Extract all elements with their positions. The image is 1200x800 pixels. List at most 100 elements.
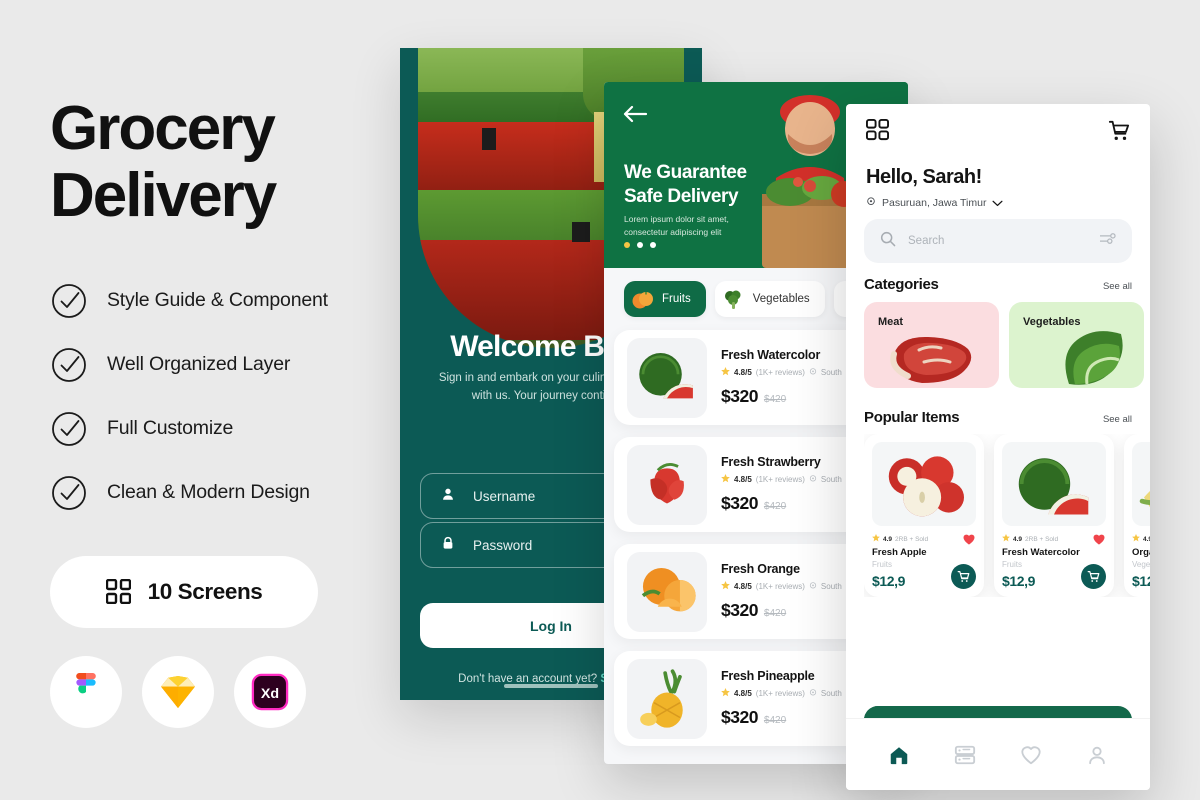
category-label: Meat — [878, 316, 904, 328]
screens-count-badge: 10 Screens — [50, 555, 318, 628]
popular-item-name: Fresh Apple — [872, 547, 927, 558]
heart-icon[interactable] — [963, 532, 975, 550]
product-rating: 4.8/5 — [734, 582, 752, 591]
location-pin-icon — [866, 194, 876, 212]
categories-section-header: Categories See all — [864, 276, 1132, 293]
add-to-cart-button[interactable] — [951, 564, 976, 589]
star-icon — [721, 581, 730, 592]
feature-list: Style Guide & Component Well Organized L… — [50, 282, 390, 512]
location-label: Pasuruan, Jawa Timur — [882, 197, 987, 209]
bottom-navigation[interactable] — [846, 718, 1150, 790]
product-location: South — [820, 368, 842, 377]
arrow-left-icon[interactable] — [622, 105, 648, 123]
star-icon — [721, 367, 730, 378]
carousel-dots[interactable] — [624, 242, 656, 248]
search-placeholder: Search — [908, 235, 945, 247]
location-selector[interactable]: Pasuruan, Jawa Timur — [866, 194, 1003, 212]
filter-icon[interactable] — [1099, 232, 1116, 250]
popular-item-name: Organic Corn — [1132, 547, 1150, 558]
heart-icon[interactable] — [1093, 532, 1105, 550]
home-indicator — [504, 684, 598, 688]
grid-icon[interactable] — [866, 119, 889, 147]
nav-favorites[interactable] — [1018, 742, 1044, 768]
product-reviews: (1K+ reviews) — [755, 475, 805, 484]
chevron-down-icon[interactable] — [992, 194, 1003, 212]
popular-item-rating: 4.9 — [1013, 535, 1023, 543]
popular-item-sold: 2RB + Sold — [1025, 535, 1059, 543]
nav-profile[interactable] — [1084, 742, 1110, 768]
lettuce-illustration — [1065, 331, 1123, 385]
product-old-price: $420 — [763, 608, 787, 619]
popular-item-thumbnail — [1132, 442, 1150, 526]
star-icon — [1002, 534, 1010, 544]
category-card-row[interactable]: Meat Vegetables Fruits — [864, 302, 1150, 388]
nav-home[interactable] — [886, 742, 912, 768]
popular-see-all[interactable]: See all — [1103, 414, 1132, 425]
feature-label: Full Customize — [107, 417, 234, 440]
chip-label: Fruits — [662, 293, 691, 305]
banner-title: We Guarantee Safe Delivery — [624, 162, 747, 208]
check-circle-icon — [50, 346, 88, 384]
category-chip-fruits[interactable]: Fruits — [624, 281, 706, 317]
location-pin-icon — [809, 688, 817, 699]
kit-info-panel: Grocery Delivery Style Guide & Component… — [50, 95, 390, 728]
feature-label: Style Guide & Component — [107, 289, 328, 312]
popular-item-thumbnail — [1002, 442, 1106, 526]
product-thumbnail — [627, 551, 707, 632]
shopping-cart-icon[interactable] — [1108, 120, 1130, 147]
product-location: South — [820, 582, 842, 591]
categories-title: Categories — [864, 276, 939, 293]
product-rating: 4.8/5 — [734, 689, 752, 698]
check-circle-icon — [50, 282, 88, 320]
add-to-cart-button[interactable] — [1081, 564, 1106, 589]
check-circle-icon — [50, 410, 88, 448]
product-old-price: $420 — [763, 715, 787, 726]
person-icon — [441, 487, 455, 506]
popular-items-row[interactable]: 4.9 2RB + Sold Fresh Apple Fruits $12,9 — [864, 434, 1150, 597]
password-placeholder: Password — [473, 537, 533, 553]
feature-item: Full Customize — [50, 410, 390, 448]
popular-item-name: Fresh Watercolor — [1002, 547, 1080, 558]
carousel-dot[interactable] — [624, 242, 630, 248]
check-circle-icon — [50, 474, 88, 512]
popular-item-card[interactable]: 4.9 2RB + Sold Fresh Watercolor Fruits $… — [994, 434, 1114, 597]
category-card-meat[interactable]: Meat — [864, 302, 999, 388]
banner-subtitle: Lorem ipsum dolor sit amet, consectetur … — [624, 214, 729, 237]
location-pin-icon — [809, 474, 817, 485]
category-card-vegetables[interactable]: Vegetables — [1009, 302, 1144, 388]
product-thumbnail — [627, 337, 707, 418]
product-reviews: (1K+ reviews) — [755, 582, 805, 591]
category-chip-vegetables[interactable]: Vegetables — [714, 281, 825, 317]
search-icon — [880, 231, 896, 252]
star-icon — [721, 688, 730, 699]
popular-section-header: Popular Items See all — [864, 409, 1132, 426]
sketch-logo — [142, 655, 214, 728]
product-old-price: $420 — [763, 394, 787, 405]
popular-item-rating: 4.9 — [1143, 535, 1150, 543]
popular-item-card[interactable]: 4.9 2RB + Sold Organic Corn Vegetables $… — [1124, 434, 1150, 597]
product-price: $320 — [721, 707, 758, 727]
category-label: Vegetables — [1023, 316, 1081, 328]
carousel-dot[interactable] — [637, 242, 643, 248]
feature-item: Style Guide & Component — [50, 282, 390, 320]
popular-item-rating: 4.9 — [883, 535, 893, 543]
home-screen-mockup: Hello, Sarah! Pasuruan, Jawa Timur Searc… — [846, 104, 1150, 790]
username-placeholder: Username — [473, 488, 536, 504]
popular-item-meta: 4.9 2RB + Sold — [872, 534, 976, 544]
popular-item-thumbnail — [872, 442, 976, 526]
feature-item: Clean & Modern Design — [50, 474, 390, 512]
adobe-xd-logo: Xd — [234, 655, 306, 728]
nav-orders[interactable] — [952, 742, 978, 768]
feature-label: Well Organized Layer — [107, 353, 291, 376]
categories-see-all[interactable]: See all — [1103, 281, 1132, 292]
svg-text:Xd: Xd — [261, 686, 279, 702]
vegetables-icon — [722, 288, 745, 311]
popular-item-card[interactable]: 4.9 2RB + Sold Fresh Apple Fruits $12,9 — [864, 434, 984, 597]
feature-item: Well Organized Layer — [50, 346, 390, 384]
screens-count-label: 10 Screens — [147, 578, 263, 604]
product-rating: 4.8/5 — [734, 368, 752, 377]
home-topbar — [846, 104, 1150, 162]
popular-item-sold: 2RB + Sold — [895, 535, 929, 543]
search-input[interactable]: Search — [864, 219, 1132, 263]
carousel-dot[interactable] — [650, 242, 656, 248]
